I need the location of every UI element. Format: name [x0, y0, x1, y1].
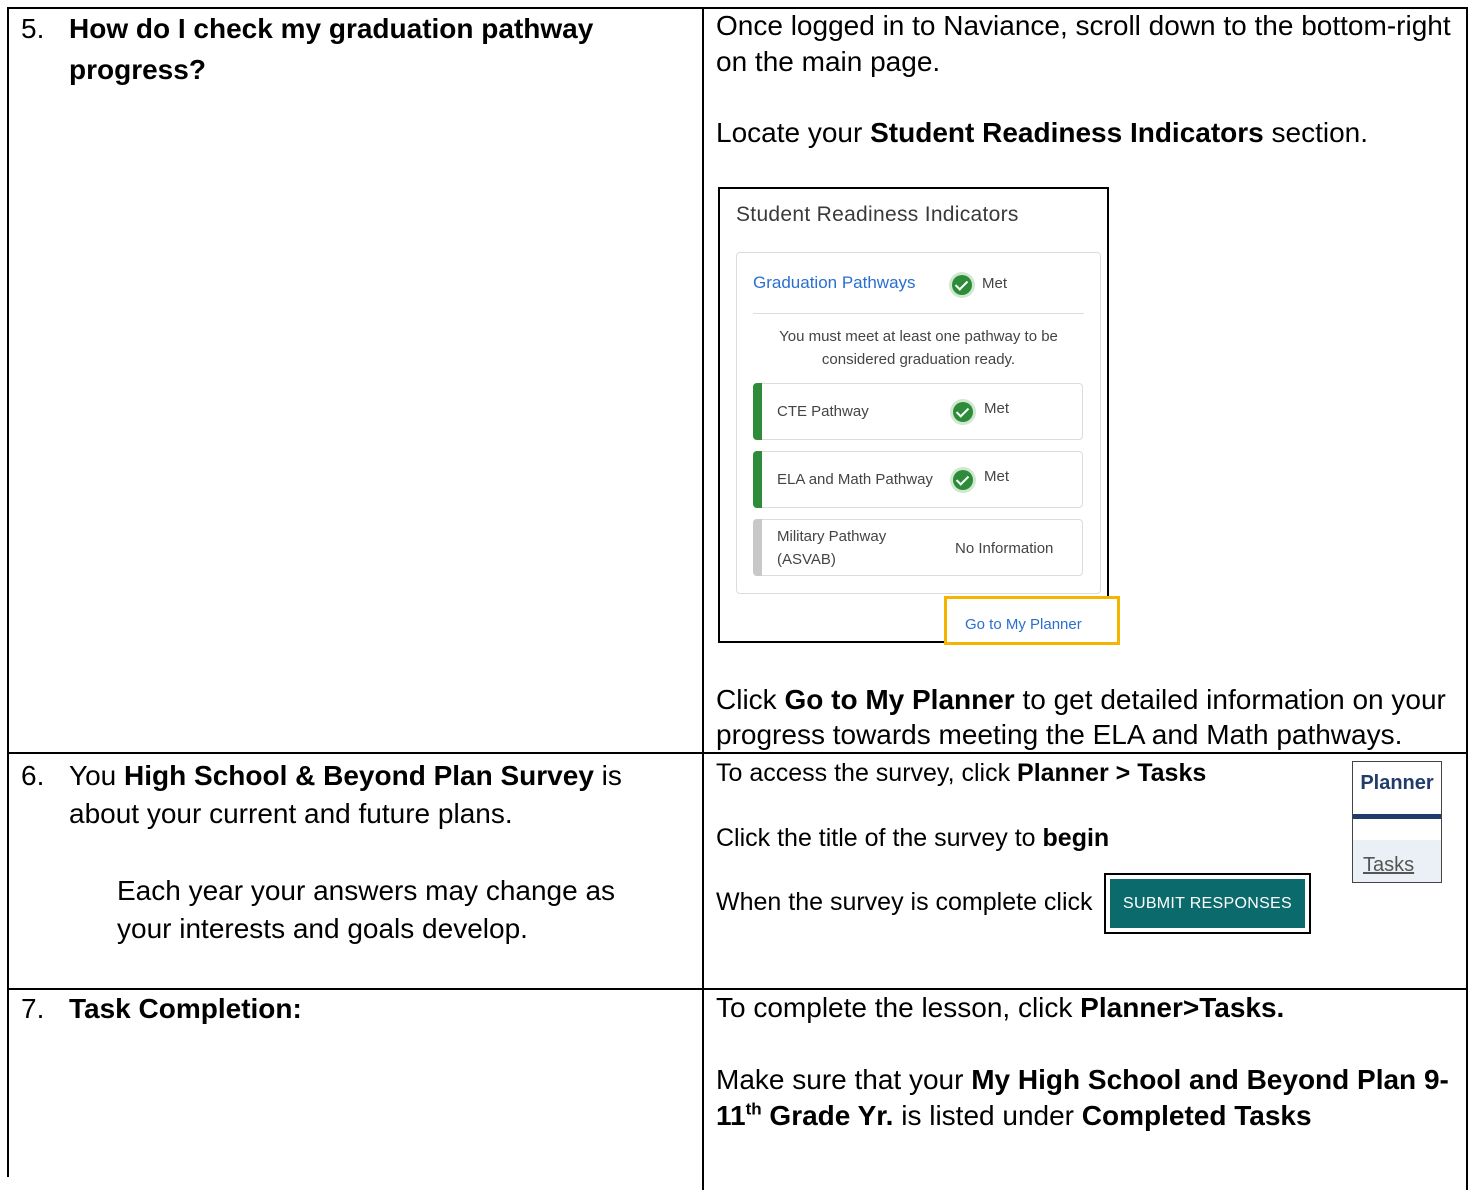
check-circle-icon: [953, 402, 973, 422]
planner-tab[interactable]: Planner: [1353, 762, 1441, 814]
answer-text: 11th Grade Yr. is listed under Completed…: [716, 1099, 1312, 1131]
row-number: 6.: [21, 760, 45, 791]
answer-text: Once logged in to Naviance, scroll down …: [716, 10, 1451, 41]
planner-tasks-screenshot: Planner Tasks: [1352, 761, 1442, 883]
question-cell: [9, 9, 704, 752]
tasks-link[interactable]: Tasks: [1363, 854, 1414, 877]
answer-text: To access the survey, click Planner > Ta…: [716, 759, 1207, 787]
status-bar: [753, 519, 762, 576]
pathway-name: CTE Pathway: [777, 403, 869, 420]
status-label: Met: [984, 400, 1010, 417]
sri-title: Student Readiness Indicators: [736, 203, 1019, 226]
answer-text: When the survey is complete click: [716, 888, 1093, 916]
pathway-name: (ASVAB): [777, 551, 836, 568]
check-circle-icon: [952, 275, 972, 295]
question-heading: How do I check my graduation pathway: [69, 13, 594, 44]
status-label: Met: [984, 468, 1010, 485]
question-text: about your current and future plans.: [69, 798, 513, 829]
answer-text: on the main page.: [716, 46, 941, 77]
student-readiness-indicators-screenshot: Student Readiness Indicators Graduation …: [718, 187, 1109, 643]
question-heading: You High School & Beyond Plan Survey is: [69, 760, 622, 791]
check-circle-icon: [953, 470, 973, 490]
graduation-pathways-link[interactable]: Graduation Pathways: [753, 273, 916, 293]
answer-text: Click the title of the survey to begin: [716, 824, 1110, 852]
submit-responses-button[interactable]: SUBMIT RESPONSES: [1104, 873, 1311, 934]
status-label: Met: [982, 275, 1008, 292]
submit-responses-label: SUBMIT RESPONSES: [1110, 879, 1305, 928]
pathway-item: ELA and Math Pathway Met: [753, 451, 1083, 508]
row-number: 5.: [21, 13, 45, 44]
graduation-pathways-card: Graduation Pathways Met You must meet at…: [736, 252, 1101, 594]
answer-text: progress towards meeting the ELA and Mat…: [716, 719, 1403, 750]
answer-text: Locate your Student Readiness Indicators…: [716, 117, 1369, 148]
divider: [753, 313, 1084, 314]
question-text: your interests and goals develop.: [117, 913, 528, 944]
go-to-my-planner-button[interactable]: Go to My Planner: [944, 596, 1120, 645]
answer-text: Make sure that your My High School and B…: [716, 1064, 1449, 1095]
question-text: Each year your answers may change as: [117, 875, 616, 906]
question-heading: progress?: [69, 54, 206, 85]
status-bar: [753, 451, 762, 508]
go-to-my-planner-label: Go to My Planner: [965, 616, 1082, 633]
answer-text: To complete the lesson, click Planner>Ta…: [716, 992, 1285, 1023]
pathway-note: You must meet at least one pathway to be…: [779, 328, 1058, 368]
pathway-name: ELA and Math Pathway: [777, 471, 933, 488]
pathway-item: CTE Pathway Met: [753, 383, 1083, 440]
pathway-name: Military Pathway: [777, 528, 887, 545]
status-bar: [753, 383, 762, 440]
question-heading: Task Completion:: [69, 993, 302, 1024]
row-number: 7.: [21, 993, 45, 1024]
planner-underline: [1353, 814, 1441, 819]
pathway-item: Military Pathway (ASVAB) No Information: [753, 519, 1083, 576]
status-label: No Information: [955, 540, 1054, 557]
answer-text: Click Go to My Planner to get detailed i…: [716, 684, 1446, 715]
